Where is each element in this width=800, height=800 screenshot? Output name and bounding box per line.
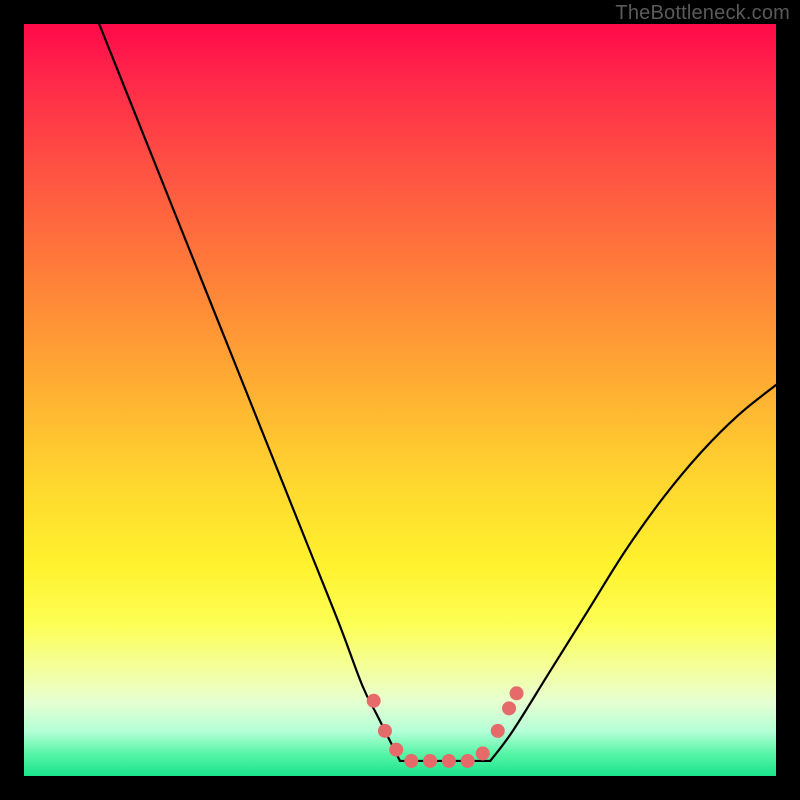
- highlight-marker: [389, 743, 403, 757]
- chart-frame: TheBottleneck.com: [0, 0, 800, 800]
- highlight-marker: [476, 746, 490, 760]
- plot-area: [24, 24, 776, 776]
- curve-right-branch: [490, 385, 776, 761]
- highlight-marker: [502, 701, 516, 715]
- highlight-marker: [461, 754, 475, 768]
- highlight-marker: [491, 724, 505, 738]
- chart-svg: [24, 24, 776, 776]
- highlight-marker: [404, 754, 418, 768]
- highlight-marker-group: [367, 686, 524, 768]
- curve-left-branch: [99, 24, 400, 761]
- highlight-marker: [510, 686, 524, 700]
- highlight-marker: [442, 754, 456, 768]
- watermark-text: TheBottleneck.com: [615, 2, 790, 25]
- highlight-marker: [367, 694, 381, 708]
- highlight-marker: [378, 724, 392, 738]
- highlight-marker: [423, 754, 437, 768]
